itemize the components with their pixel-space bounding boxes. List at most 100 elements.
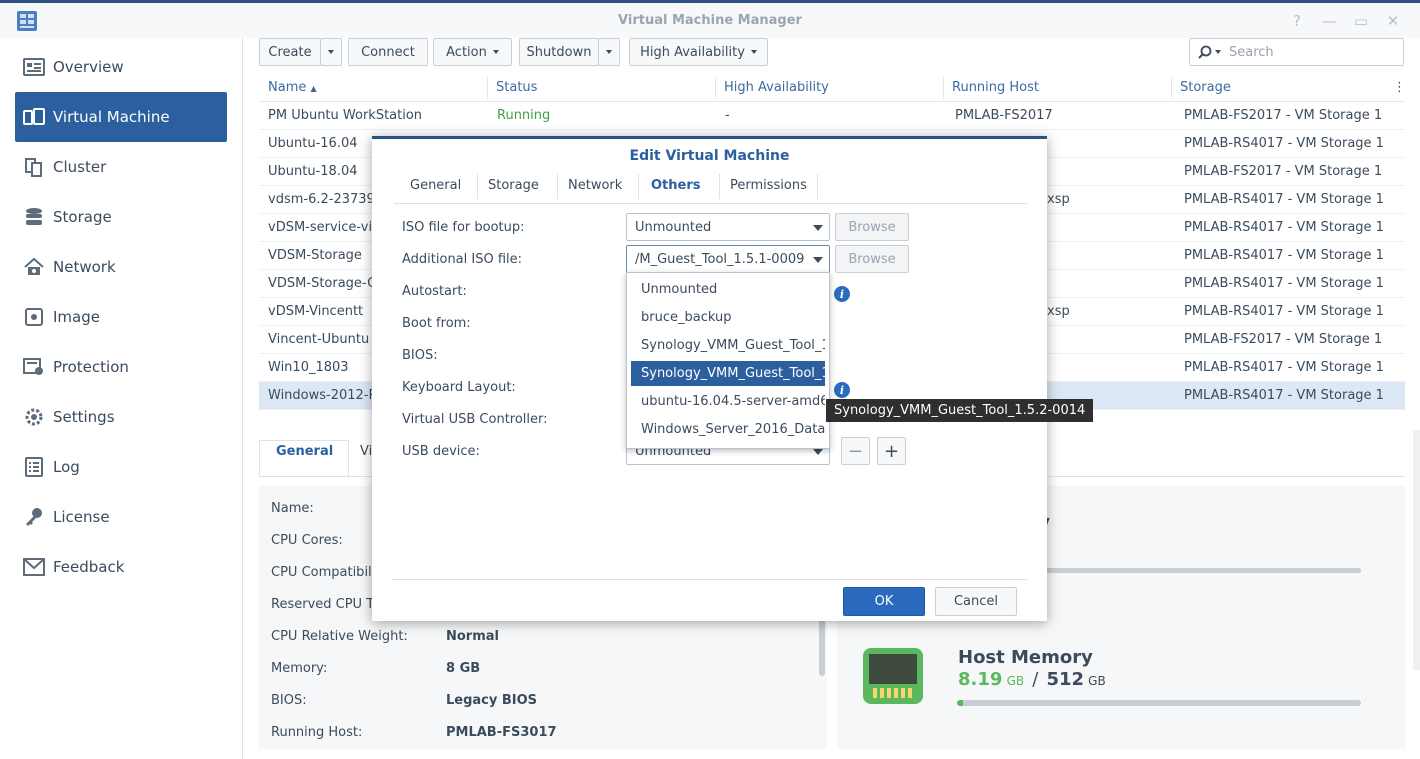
tab-storage[interactable]: Storage xyxy=(488,178,539,193)
dropdown-option-highlighted[interactable]: Synology_VMM_Guest_Tool_1. xyxy=(631,361,825,386)
memory-usage-bar xyxy=(957,700,1361,706)
sidebar-item-cluster[interactable]: Cluster xyxy=(15,142,227,192)
sidebar-item-network[interactable]: Network xyxy=(15,242,227,292)
chevron-down-icon xyxy=(813,449,823,455)
sidebar: Overview Virtual Machine Cluster Storage… xyxy=(0,38,243,759)
ok-button[interactable]: OK xyxy=(843,587,925,616)
info-label: Running Host: xyxy=(271,725,363,740)
iso-boot-select[interactable]: Unmounted xyxy=(626,213,830,241)
info-icon[interactable]: i xyxy=(834,286,850,302)
sidebar-item-feedback[interactable]: Feedback xyxy=(15,542,227,592)
info-icon[interactable]: i xyxy=(834,382,850,398)
vm-storage: PMLAB-RS4017 - VM Storage 1 xyxy=(1184,248,1384,263)
vm-storage: PMLAB-FS2017 - VM Storage 1 xyxy=(1184,332,1383,347)
shutdown-dropdown-button[interactable] xyxy=(598,38,620,66)
memory-used-unit: GB xyxy=(1006,674,1025,688)
sidebar-item-image[interactable]: Image xyxy=(15,292,227,342)
memory-used: 8.19 xyxy=(958,669,1003,690)
dropdown-option[interactable]: Synology_VMM_Guest_Tool_1. xyxy=(631,333,825,358)
search-placeholder: Search xyxy=(1229,44,1274,60)
scrollbar[interactable] xyxy=(819,616,825,676)
dropdown-option[interactable]: ubuntu-16.04.5-server-amd64 xyxy=(631,389,825,414)
sidebar-item-license[interactable]: License xyxy=(15,492,227,542)
chevron-down-icon xyxy=(606,50,612,54)
column-header-running-host[interactable]: Running Host xyxy=(952,80,1039,95)
info-value: Legacy BIOS xyxy=(446,693,538,708)
maximize-icon[interactable]: ▭ xyxy=(1352,12,1370,30)
virtual-machine-icon xyxy=(23,106,45,128)
sidebar-item-label: Network xyxy=(53,258,116,276)
info-value: Normal xyxy=(446,629,499,644)
dropdown-option[interactable]: Windows_Server_2016_Datace xyxy=(631,417,825,442)
table-row[interactable]: PM Ubuntu WorkStation Running - PMLAB-FS… xyxy=(259,102,1405,130)
tab-general[interactable]: General xyxy=(276,444,333,459)
column-header-high-availability[interactable]: High Availability xyxy=(724,80,829,95)
info-label: Reserved CPU Th xyxy=(271,597,383,612)
log-icon xyxy=(23,456,45,478)
additional-iso-select[interactable]: /M_Guest_Tool_1.5.1-0009 xyxy=(626,245,830,273)
sidebar-item-log[interactable]: Log xyxy=(15,442,227,492)
chevron-down-icon xyxy=(328,50,334,54)
cancel-button[interactable]: Cancel xyxy=(935,587,1017,616)
keyboard-layout-label: Keyboard Layout: xyxy=(402,380,516,395)
usb-controller-label: Virtual USB Controller: xyxy=(402,412,548,427)
tab-second[interactable]: Vi xyxy=(360,444,372,459)
protection-icon xyxy=(23,356,45,378)
vm-name: Win10_1803 xyxy=(268,360,349,375)
browse-button-additional[interactable]: Browse xyxy=(835,245,909,273)
sidebar-item-protection[interactable]: Protection xyxy=(15,342,227,392)
option-tooltip: Synology_VMM_Guest_Tool_1.5.2-0014 xyxy=(826,399,1094,422)
vm-ha: - xyxy=(725,108,730,123)
tab-network[interactable]: Network xyxy=(568,178,622,193)
vm-storage: PMLAB-RS4017 - VM Storage 1 xyxy=(1184,304,1384,319)
column-header-name[interactable]: Name ▲ xyxy=(268,80,317,95)
additional-iso-value: /M_Guest_Tool_1.5.1-0009 xyxy=(635,251,805,267)
sidebar-item-label: Feedback xyxy=(53,558,125,576)
tab-permissions[interactable]: Permissions xyxy=(730,178,807,193)
sidebar-item-label: License xyxy=(53,508,110,526)
action-label: Action xyxy=(446,44,487,60)
vm-host: xsp xyxy=(1047,304,1070,319)
vm-name: PM Ubuntu WorkStation xyxy=(268,108,423,123)
vm-storage: PMLAB-RS4017 - VM Storage 1 xyxy=(1184,192,1384,207)
sidebar-item-label: Overview xyxy=(53,58,124,76)
create-dropdown-button[interactable] xyxy=(320,38,342,66)
dialog-footer-divider xyxy=(392,579,1027,580)
remove-usb-button[interactable]: − xyxy=(841,437,870,465)
dropdown-option[interactable]: bruce_backup xyxy=(631,305,825,330)
shutdown-button[interactable]: Shutdown xyxy=(519,38,599,66)
info-label: CPU Relative Weight: xyxy=(271,629,408,644)
close-icon[interactable]: ✕ xyxy=(1384,12,1402,30)
help-icon[interactable]: ? xyxy=(1288,12,1306,30)
sidebar-item-label: Image xyxy=(53,308,100,326)
column-header-storage[interactable]: Storage xyxy=(1180,80,1231,95)
column-label: Name xyxy=(268,80,307,95)
column-header-status[interactable]: Status xyxy=(496,80,537,95)
add-usb-button[interactable]: + xyxy=(877,437,906,465)
dropdown-option[interactable]: Unmounted xyxy=(631,277,825,302)
browse-button-boot[interactable]: Browse xyxy=(835,213,909,241)
column-options-icon[interactable]: ⋮ xyxy=(1393,80,1406,95)
sidebar-item-settings[interactable]: Settings xyxy=(15,392,227,442)
chevron-down-icon xyxy=(813,257,823,263)
sidebar-item-virtual-machine[interactable]: Virtual Machine xyxy=(15,92,227,142)
sidebar-item-overview[interactable]: Overview xyxy=(15,42,227,92)
image-icon xyxy=(23,306,45,328)
sidebar-item-storage[interactable]: Storage xyxy=(15,192,227,242)
action-button[interactable]: Action xyxy=(433,38,512,66)
dialog-tabs: General Storage Network Others Permissio… xyxy=(394,171,1027,204)
search-input[interactable]: Search xyxy=(1189,38,1404,66)
tab-general[interactable]: General xyxy=(410,178,461,193)
host-memory-readout: 8.19 GB / 512 GB xyxy=(958,669,1106,690)
sidebar-item-label: Log xyxy=(53,458,80,476)
vm-storage: PMLAB-RS4017 - VM Storage 1 xyxy=(1184,136,1384,151)
create-button[interactable]: Create xyxy=(259,38,321,66)
minimize-icon[interactable]: — xyxy=(1320,12,1338,30)
connect-button[interactable]: Connect xyxy=(348,38,428,66)
sidebar-item-label: Protection xyxy=(53,358,129,376)
memory-total: 512 xyxy=(1046,669,1085,690)
high-availability-button[interactable]: High Availability xyxy=(629,38,768,66)
plus-icon: + xyxy=(883,440,900,462)
tab-others[interactable]: Others xyxy=(651,178,701,193)
additional-iso-label: Additional ISO file: xyxy=(402,252,523,267)
